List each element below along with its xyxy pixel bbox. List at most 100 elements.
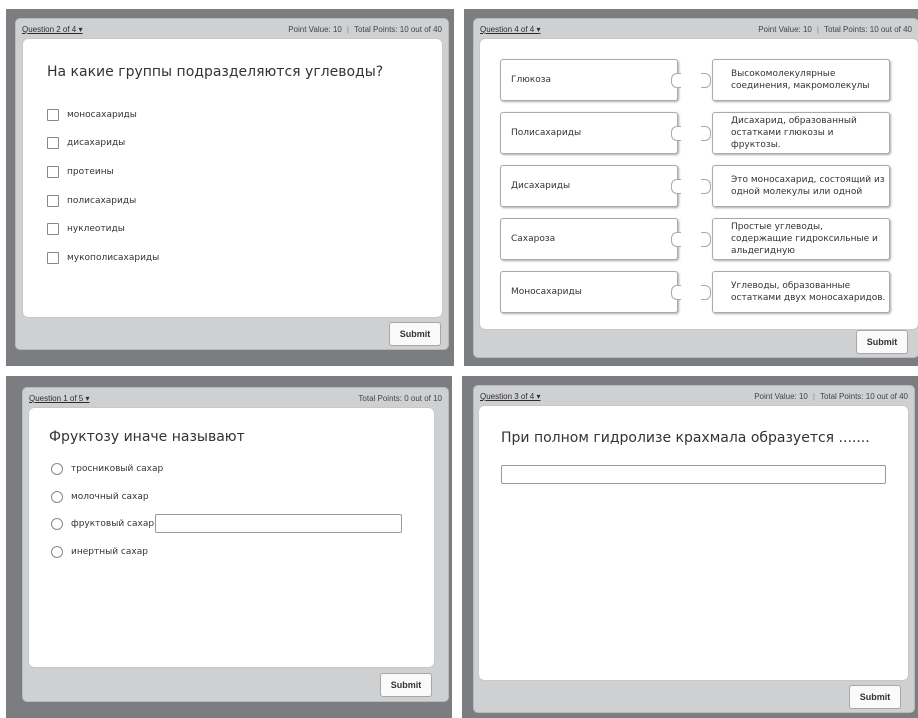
total-points: Total Points: 10 out of 40 xyxy=(353,25,442,34)
option-label: полисахариды xyxy=(67,196,137,206)
option-label: мукополисахариды xyxy=(67,253,160,263)
question-selector[interactable]: Question 4 of 4 ▾ xyxy=(480,25,541,34)
connector-tab xyxy=(671,126,681,141)
divider: | xyxy=(812,392,815,401)
checkbox[interactable] xyxy=(47,223,59,235)
submit-button[interactable]: Submit xyxy=(389,322,441,346)
quiz-header: Question 3 of 4 ▾ Point Value: 10 | Total … xyxy=(474,386,914,406)
quiz-header: Question 1 of 5 ▾ Total Points: 0 out of… xyxy=(23,388,448,408)
option-label: дисахариды xyxy=(67,138,126,148)
radio-button[interactable] xyxy=(51,518,63,530)
checkbox[interactable] xyxy=(47,195,59,207)
connector-slot xyxy=(701,285,711,300)
option-radio[interactable]: тросниковый сахар xyxy=(51,463,163,475)
point-value: Point Value: 10 xyxy=(754,392,808,401)
answer-input[interactable] xyxy=(501,465,886,484)
point-value: Point Value: 10 xyxy=(758,25,812,34)
option-label: фруктовый сахар xyxy=(71,519,155,529)
question-selector[interactable]: Question 1 of 5 ▾ xyxy=(29,394,90,403)
checkbox[interactable] xyxy=(47,137,59,149)
option-radio[interactable]: инертный сахар xyxy=(51,546,148,558)
option-checkbox[interactable]: протеины xyxy=(47,166,114,178)
option-checkbox[interactable]: дисахариды xyxy=(47,137,125,149)
checkbox[interactable] xyxy=(47,252,59,264)
quiz-header: Question 2 of 4 ▾ Point Value: 10 | Total … xyxy=(16,19,448,39)
panel-question-3: Question 3 of 4 ▾ Point Value: 10 | Total … xyxy=(462,376,918,718)
submit-button[interactable]: Submit xyxy=(380,673,432,697)
quiz-window: Question 3 of 4 ▾ Point Value: 10 | Total … xyxy=(474,386,914,712)
match-right-item[interactable]: Простые углеводы, содержащие гидроксильн… xyxy=(712,218,890,260)
connector-slot xyxy=(701,232,711,247)
match-left-label: Дисахариды xyxy=(511,181,571,191)
points-info: Point Value: 10 | Total Points: 10 out of … xyxy=(758,25,912,34)
quiz-header: Question 4 of 4 ▾ Point Value: 10 | Total … xyxy=(474,19,918,39)
total-points: Total Points: 10 out of 40 xyxy=(819,392,908,401)
points-info: Total Points: 0 out of 10 xyxy=(358,394,442,403)
option-label: нуклеотиды xyxy=(67,224,125,234)
match-right-label: Дисахарид, образованный остатками глюкоз… xyxy=(731,116,857,150)
question-title: На какие группы подразделяются углеводы? xyxy=(47,64,384,80)
match-right-item[interactable]: Это моносахарид, состоящий из одной моле… xyxy=(712,165,890,207)
connector-slot xyxy=(701,126,711,141)
radio-button[interactable] xyxy=(51,546,63,558)
option-label: инертный сахар xyxy=(71,547,148,557)
question-card: На какие группы подразделяются углеводы?… xyxy=(23,39,442,317)
option-label: молочный сахар xyxy=(71,492,149,502)
panel-question-1: Question 1 of 5 ▾ Total Points: 0 out of… xyxy=(6,376,452,718)
question-card: Фруктозу иначе называют тросниковый саха… xyxy=(29,408,434,667)
submit-button[interactable]: Submit xyxy=(849,685,901,709)
match-left-item[interactable]: Моносахариды xyxy=(500,271,678,313)
question-selector[interactable]: Question 2 of 4 ▾ xyxy=(22,25,83,34)
match-left-item[interactable]: Дисахариды xyxy=(500,165,678,207)
connector-tab xyxy=(671,285,681,300)
point-value: Point Value: 10 xyxy=(288,25,342,34)
match-right-item[interactable]: Дисахарид, образованный остатками глюкоз… xyxy=(712,112,890,154)
total-points: Total Points: 10 out of 40 xyxy=(823,25,912,34)
points-info: Point Value: 10 | Total Points: 10 out of … xyxy=(754,392,908,401)
option-checkbox[interactable]: полисахариды xyxy=(47,195,136,207)
checkbox[interactable] xyxy=(47,109,59,121)
match-left-label: Сахароза xyxy=(511,234,556,244)
match-right-label: Углеводы, образованные остатками двух мо… xyxy=(731,281,886,303)
option-radio[interactable]: фруктовый сахар xyxy=(51,518,154,530)
radio-button[interactable] xyxy=(51,463,63,475)
radio-button[interactable] xyxy=(51,491,63,503)
question-title: При полном гидролизе крахмала образуется… xyxy=(501,430,870,446)
match-left-label: Моносахариды xyxy=(511,287,582,297)
other-answer-input[interactable] xyxy=(155,514,402,533)
match-left-label: Полисахариды xyxy=(511,128,582,138)
connector-tab xyxy=(671,232,681,247)
total-points: Total Points: 0 out of 10 xyxy=(358,394,442,403)
question-card: Глюкоза Высокомолекулярные соединения, м… xyxy=(480,39,918,329)
option-checkbox[interactable]: моносахариды xyxy=(47,109,137,121)
match-right-label: Это моносахарид, состоящий из одной моле… xyxy=(731,175,885,197)
panel-question-2: Question 2 of 4 ▾ Point Value: 10 | Total … xyxy=(6,9,454,366)
match-left-item[interactable]: Сахароза xyxy=(500,218,678,260)
connector-tab xyxy=(671,179,681,194)
connector-slot xyxy=(701,73,711,88)
checkbox[interactable] xyxy=(47,166,59,178)
match-right-item[interactable]: Углеводы, образованные остатками двух мо… xyxy=(712,271,890,313)
option-radio[interactable]: молочный сахар xyxy=(51,491,149,503)
match-left-item[interactable]: Глюкоза xyxy=(500,59,678,101)
option-checkbox[interactable]: мукополисахариды xyxy=(47,252,159,264)
option-label: тросниковый сахар xyxy=(71,464,164,474)
submit-button[interactable]: Submit xyxy=(856,330,908,354)
quiz-window: Question 2 of 4 ▾ Point Value: 10 | Total … xyxy=(16,19,448,349)
match-left-item[interactable]: Полисахариды xyxy=(500,112,678,154)
quiz-window: Question 4 of 4 ▾ Point Value: 10 | Total … xyxy=(474,19,918,357)
divider: | xyxy=(816,25,819,34)
connector-slot xyxy=(701,179,711,194)
match-left-label: Глюкоза xyxy=(511,75,552,85)
question-card: При полном гидролизе крахмала образуется… xyxy=(479,406,908,680)
points-info: Point Value: 10 | Total Points: 10 out of … xyxy=(288,25,442,34)
panel-question-4: Question 4 of 4 ▾ Point Value: 10 | Total … xyxy=(464,9,918,366)
question-selector[interactable]: Question 3 of 4 ▾ xyxy=(480,392,541,401)
match-right-item[interactable]: Высокомолекулярные соединения, макромоле… xyxy=(712,59,890,101)
quiz-window: Question 1 of 5 ▾ Total Points: 0 out of… xyxy=(23,388,448,701)
option-label: моносахариды xyxy=(67,110,137,120)
divider: | xyxy=(346,25,349,34)
question-title: Фруктозу иначе называют xyxy=(49,429,245,445)
match-right-label: Высокомолекулярные соединения, макромоле… xyxy=(731,69,870,91)
option-checkbox[interactable]: нуклеотиды xyxy=(47,223,125,235)
